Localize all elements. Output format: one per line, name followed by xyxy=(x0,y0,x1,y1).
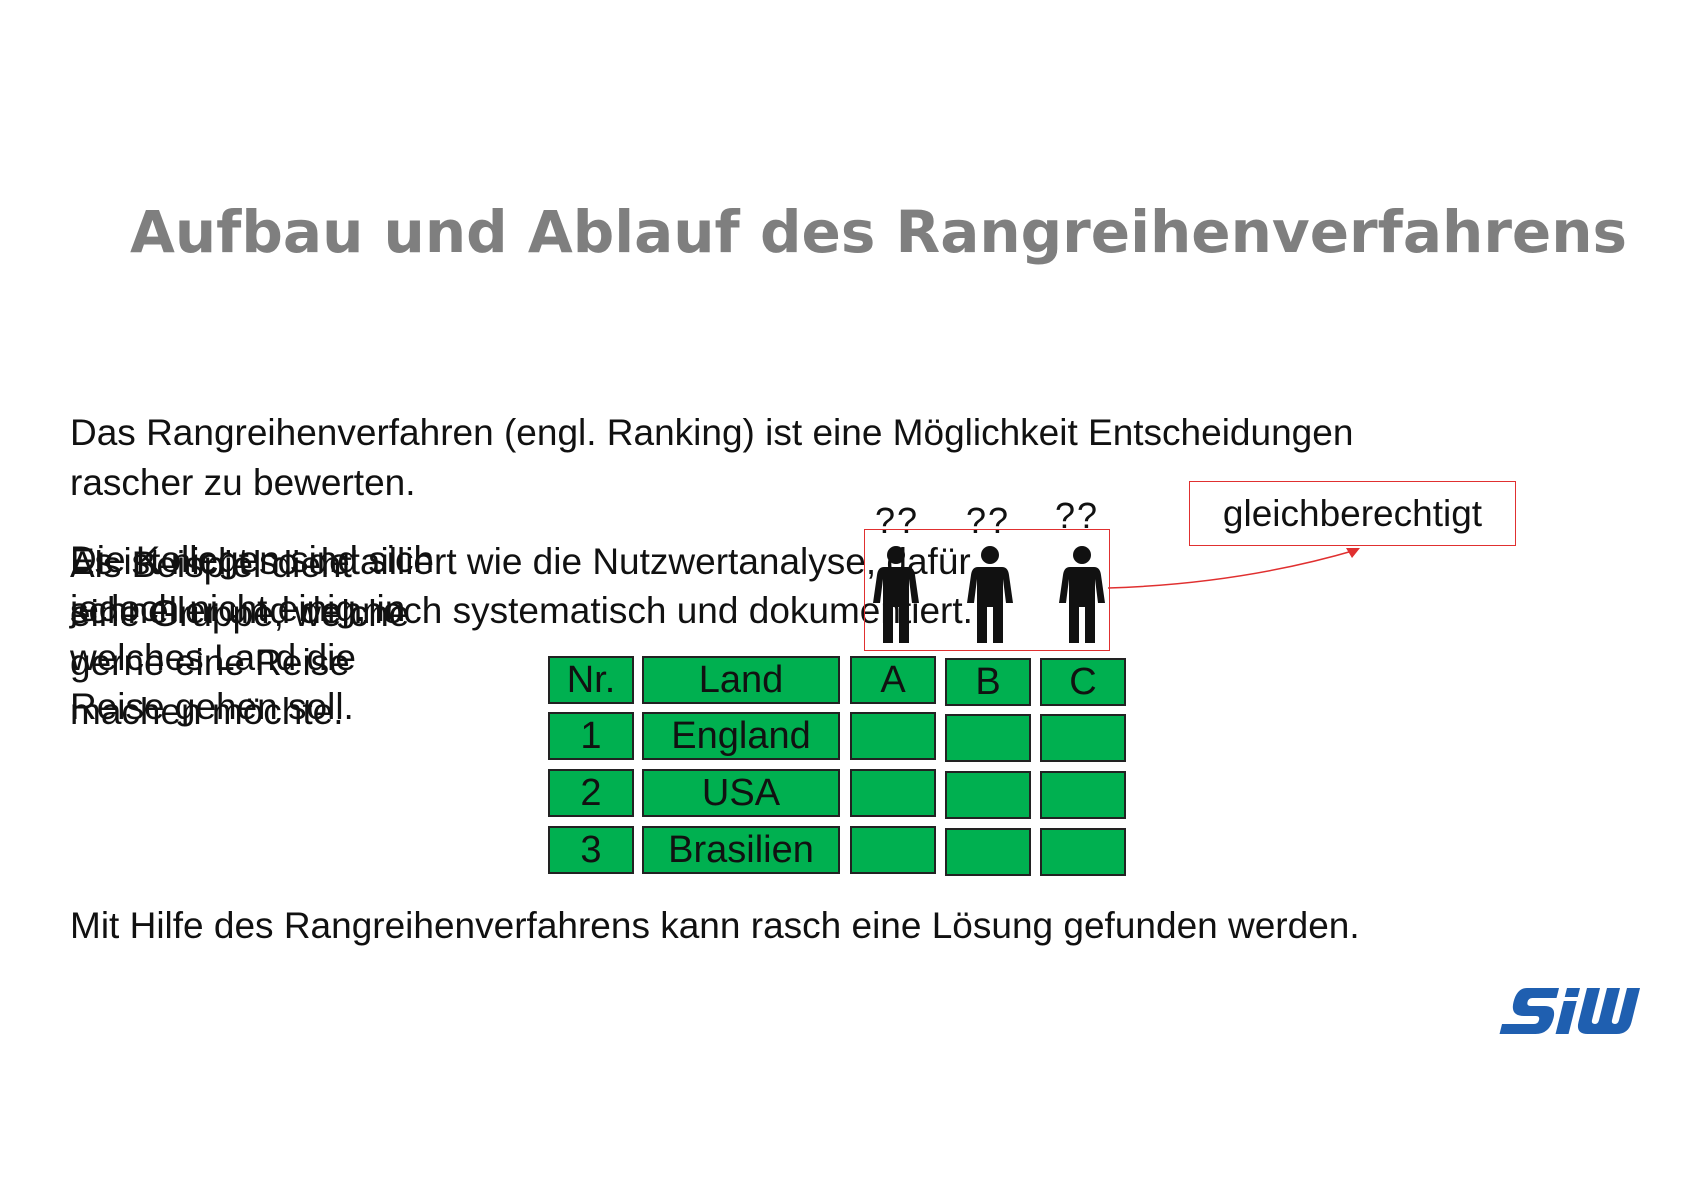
header-cell-a: A xyxy=(850,656,936,704)
person-icon xyxy=(967,546,1013,643)
intro-line-2: rascher zu bewerten. xyxy=(70,462,416,503)
table-cell-b[interactable] xyxy=(945,828,1031,876)
table-cell-land: Brasilien xyxy=(642,826,840,874)
table-cell-b[interactable] xyxy=(945,771,1031,819)
table-cell-nr: 3 xyxy=(548,826,634,874)
overlap-line: Es ist nicht so detailliert wie die Nutz… xyxy=(70,541,971,582)
overlap-line: machen möchte. xyxy=(70,691,344,732)
table-cell-c[interactable] xyxy=(1040,828,1126,876)
person-icon xyxy=(873,546,919,643)
table-cell-a[interactable] xyxy=(850,769,936,817)
intro-line-1: Das Rangreihenverfahren (engl. Ranking) … xyxy=(70,412,1354,453)
table-cell-a[interactable] xyxy=(850,826,936,874)
table-cell-b[interactable] xyxy=(945,714,1031,762)
connector-arrow xyxy=(1107,548,1360,589)
conclusion-text: Mit Hilfe des Rangreihenverfahrens kann … xyxy=(70,905,1360,946)
overlap-line: gerne eine Reise xyxy=(70,642,350,683)
header-cell-c: C xyxy=(1040,658,1126,706)
siw-logo xyxy=(1499,988,1641,1034)
header-cell-land: Land xyxy=(642,656,840,704)
table-cell-c[interactable] xyxy=(1040,771,1126,819)
table-cell-c[interactable] xyxy=(1040,714,1126,762)
overlap-line: schneller und dennoch systematisch und d… xyxy=(70,590,973,631)
table-cell-a[interactable] xyxy=(850,712,936,760)
person-icon xyxy=(1059,546,1105,643)
page-title: Aufbau und Ablauf des Rangreihenverfahre… xyxy=(130,198,1628,266)
table-cell-land: USA xyxy=(642,769,840,817)
table-cell-nr: 2 xyxy=(548,769,634,817)
overlap-layer-comparison: Es ist nicht so detailliert wie die Nutz… xyxy=(70,537,973,635)
header-cell-b: B xyxy=(945,658,1031,706)
table-cell-nr: 1 xyxy=(548,712,634,760)
table-cell-land: England xyxy=(642,712,840,760)
header-cell-nr: Nr. xyxy=(548,656,634,704)
equal-rights-label: gleichberechtigt xyxy=(1189,481,1516,546)
